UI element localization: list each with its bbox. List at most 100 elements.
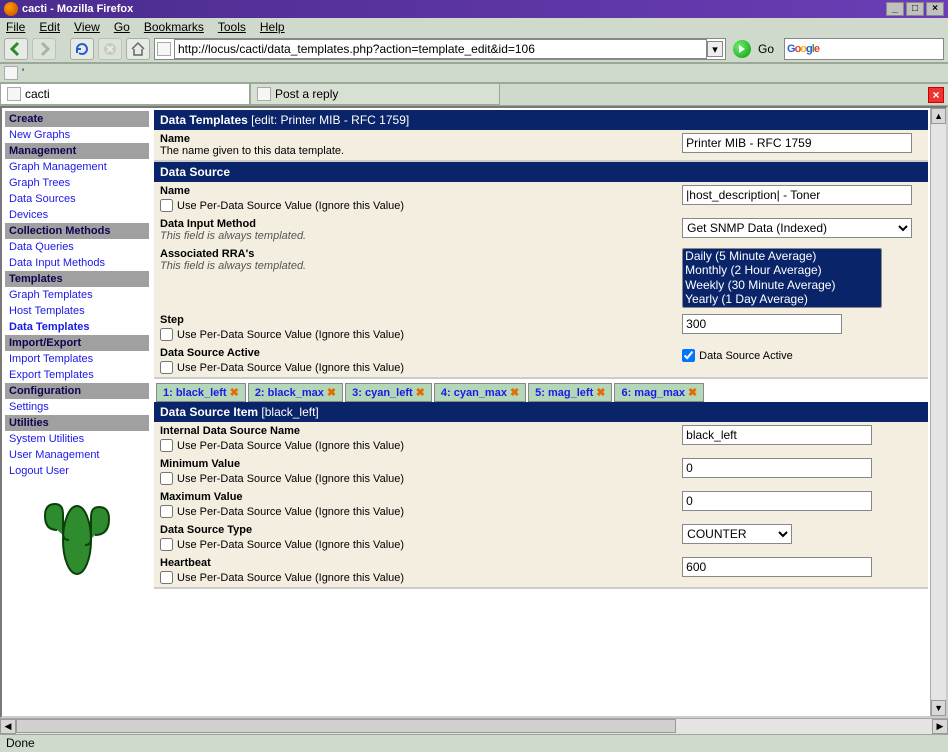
reload-button[interactable] (70, 38, 94, 60)
menu-help[interactable]: Help (260, 20, 285, 34)
ds-name-input[interactable] (682, 185, 912, 205)
heartbeat-input[interactable] (682, 557, 872, 577)
search-box[interactable]: Google (784, 38, 944, 60)
sidebar-link[interactable]: Data Input Methods (5, 255, 149, 271)
sidebar-link[interactable]: Data Templates (5, 319, 149, 335)
url-input[interactable] (174, 39, 707, 59)
home-button[interactable] (126, 38, 150, 60)
sidebar-link[interactable]: Graph Templates (5, 287, 149, 303)
browser-tab[interactable]: Post a reply (250, 83, 500, 105)
forward-button[interactable] (32, 38, 56, 60)
google-icon: Google (787, 43, 819, 55)
back-button[interactable] (4, 38, 28, 60)
menu-edit[interactable]: Edit (39, 20, 60, 34)
ds-item-tab-label[interactable]: 3: cyan_left (352, 387, 413, 399)
minimum-value-input[interactable] (682, 458, 872, 478)
template-name-input[interactable] (682, 133, 912, 153)
field-label: Associated RRA's (160, 248, 682, 260)
ds-item-tab[interactable]: 4: cyan_max✖ (434, 383, 526, 402)
sidebar-link[interactable]: New Graphs (5, 127, 149, 143)
perds-checkbox[interactable] (160, 505, 173, 518)
perds-checkbox[interactable] (160, 538, 173, 551)
close-icon[interactable]: ✖ (510, 387, 519, 399)
field-label: Step (160, 314, 682, 326)
status-text: Done (6, 736, 35, 750)
ds-item-tab[interactable]: 3: cyan_left✖ (345, 383, 432, 402)
sidebar-heading: Templates (5, 271, 149, 287)
perds-checkbox[interactable] (160, 199, 173, 212)
sidebar-heading: Management (5, 143, 149, 159)
ds-item-tab-label[interactable]: 6: mag_max (621, 387, 685, 399)
perds-checkbox[interactable] (160, 472, 173, 485)
browser-tab[interactable]: cacti (0, 83, 250, 105)
window-maximize-button[interactable]: □ (906, 2, 924, 16)
associated-rra-select[interactable]: Daily (5 Minute Average)Monthly (2 Hour … (682, 248, 882, 308)
sidebar-link[interactable]: Data Queries (5, 239, 149, 255)
tab-close-button[interactable]: × (928, 87, 944, 103)
data-source-type-select[interactable]: COUNTER (682, 524, 792, 544)
close-icon[interactable]: ✖ (416, 387, 425, 399)
ds-item-tab-label[interactable]: 1: black_left (163, 387, 227, 399)
sidebar-link[interactable]: Logout User (5, 463, 149, 479)
field-desc: The name given to this data template. (160, 145, 682, 157)
stop-button[interactable] (98, 38, 122, 60)
sidebar-link[interactable]: Host Templates (5, 303, 149, 319)
close-icon[interactable]: ✖ (688, 387, 697, 399)
ds-active-label: Data Source Active (699, 350, 793, 362)
ds-active-checkbox[interactable] (682, 349, 695, 362)
sidebar-link[interactable]: Settings (5, 399, 149, 415)
ds-item-tab[interactable]: 1: black_left✖ (156, 383, 246, 402)
scroll-left-icon[interactable]: ◀ (0, 719, 16, 734)
sidebar-link[interactable]: User Management (5, 447, 149, 463)
perds-checkbox[interactable] (160, 328, 173, 341)
close-icon[interactable]: ✖ (327, 387, 336, 399)
sidebar-link[interactable]: System Utilities (5, 431, 149, 447)
sidebar-link[interactable]: Graph Management (5, 159, 149, 175)
ds-item-tab[interactable]: 5: mag_left✖ (528, 383, 612, 402)
perds-label: Use Per-Data Source Value (Ignore this V… (177, 572, 404, 584)
close-icon[interactable]: ✖ (596, 387, 605, 399)
perds-label: Use Per-Data Source Value (Ignore this V… (177, 539, 404, 551)
sidebar-link[interactable]: Devices (5, 207, 149, 223)
menu-tools[interactable]: Tools (218, 20, 246, 34)
step-input[interactable] (682, 314, 842, 334)
internal-ds-name-input[interactable] (682, 425, 872, 445)
perds-checkbox[interactable] (160, 439, 173, 452)
page-icon (257, 87, 271, 101)
go-button[interactable] (733, 40, 751, 58)
ds-item-tab-label[interactable]: 4: cyan_max (441, 387, 507, 399)
vertical-scrollbar[interactable]: ▲ ▼ (930, 108, 946, 716)
horizontal-scrollbar[interactable]: ◀ ▶ (0, 718, 948, 734)
perds-checkbox[interactable] (160, 361, 173, 374)
field-label: Internal Data Source Name (160, 425, 682, 437)
sidebar-link[interactable]: Data Sources (5, 191, 149, 207)
window-close-button[interactable]: × (926, 2, 944, 16)
menu-go[interactable]: Go (114, 20, 130, 34)
window-minimize-button[interactable]: _ (886, 2, 904, 16)
scroll-up-icon[interactable]: ▲ (931, 108, 946, 124)
menu-bookmarks[interactable]: Bookmarks (144, 20, 204, 34)
sidebar-link[interactable]: Graph Trees (5, 175, 149, 191)
menu-file[interactable]: File (6, 20, 25, 34)
ds-item-tab[interactable]: 2: black_max✖ (248, 383, 343, 402)
field-label: Data Source Active (160, 347, 682, 359)
ds-item-tab-label[interactable]: 5: mag_left (535, 387, 593, 399)
close-icon[interactable]: ✖ (230, 387, 239, 399)
scrollbar-thumb[interactable] (16, 719, 676, 733)
ds-item-tab-label[interactable]: 2: black_max (255, 387, 324, 399)
ds-item-tabstrip: 1: black_left✖2: black_max✖3: cyan_left✖… (154, 379, 928, 402)
perds-checkbox[interactable] (160, 571, 173, 584)
maximum-value-input[interactable] (682, 491, 872, 511)
address-bar[interactable]: ▾ (154, 38, 726, 60)
scroll-down-icon[interactable]: ▼ (931, 700, 946, 716)
menu-view[interactable]: View (74, 20, 100, 34)
scroll-right-icon[interactable]: ▶ (932, 719, 948, 734)
data-input-method-select[interactable]: Get SNMP Data (Indexed) (682, 218, 912, 238)
bookmark-item[interactable]: ' (22, 67, 24, 79)
perds-label: Use Per-Data Source Value (Ignore this V… (177, 440, 404, 452)
sidebar-link[interactable]: Import Templates (5, 351, 149, 367)
url-dropdown-icon[interactable]: ▾ (707, 41, 723, 57)
page-icon (4, 66, 18, 80)
sidebar-link[interactable]: Export Templates (5, 367, 149, 383)
ds-item-tab[interactable]: 6: mag_max✖ (614, 383, 704, 402)
